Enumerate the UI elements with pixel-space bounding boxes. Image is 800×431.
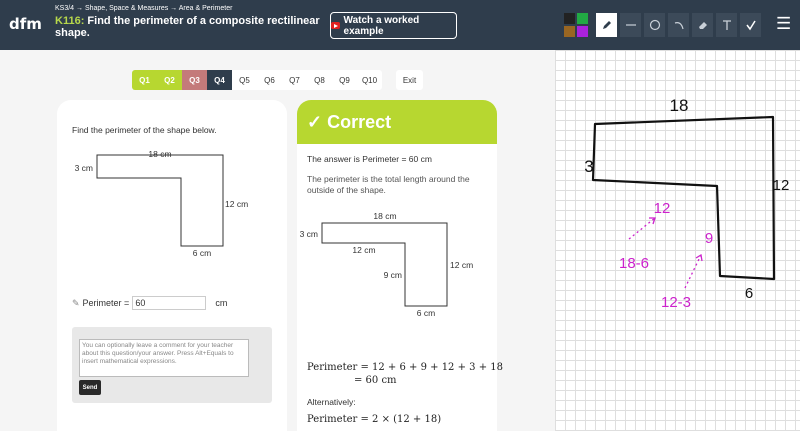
color-swatch-brown[interactable]	[564, 26, 575, 37]
tab-q6[interactable]: Q6	[257, 70, 282, 90]
color-swatch-green[interactable]	[577, 13, 588, 24]
answer-unit: cm	[215, 298, 228, 308]
tab-q8[interactable]: Q8	[307, 70, 332, 90]
wb-label-12-inner: 12	[654, 200, 671, 217]
sol-label-top: 18 cm	[373, 211, 396, 221]
sol-label-left: 3 cm	[300, 229, 318, 239]
alternatively-label: Alternatively:	[307, 397, 356, 407]
eraser-icon[interactable]	[692, 13, 713, 37]
task-title: Find the perimeter of a composite rectil…	[55, 15, 320, 39]
top-bar: dfm KS3/4 → Shape, Space & Measures → Ar…	[0, 0, 800, 50]
sol-label-right: 12 cm	[450, 260, 473, 270]
color-swatch-black[interactable]	[564, 13, 575, 24]
dfm-logo[interactable]: dfm	[9, 15, 42, 33]
comment-textarea[interactable]: You can optionally leave a comment for y…	[79, 339, 249, 377]
explanation-text: The perimeter is the total length around…	[307, 174, 470, 195]
line-icon[interactable]	[620, 13, 641, 37]
circle-icon[interactable]	[644, 13, 665, 37]
pen-icon[interactable]	[596, 13, 617, 37]
solution-diagram: 18 cm 3 cm 12 cm 9 cm 12 cm 6 cm	[300, 211, 474, 318]
color-palette	[564, 13, 588, 37]
wb-label-6: 6	[745, 285, 753, 302]
question-diagram: 18 cm 3 cm 12 cm 6 cm	[75, 149, 249, 258]
send-button[interactable]: Send	[79, 380, 101, 395]
tab-q4[interactable]: Q4	[207, 70, 232, 90]
wb-label-3: 3	[584, 157, 593, 176]
page-title: K116: Find the perimeter of a composite …	[55, 15, 325, 39]
working-line-2: = 60 cm	[354, 375, 397, 386]
question-tabs: Q1 Q2 Q3 Q4 Q5 Q6 Q7 Q8 Q9 Q10	[132, 70, 382, 90]
tab-q10[interactable]: Q10	[357, 70, 382, 90]
tab-q7[interactable]: Q7	[282, 70, 307, 90]
check-icon[interactable]	[740, 13, 761, 37]
text-icon[interactable]	[716, 13, 737, 37]
curve-icon[interactable]	[668, 13, 689, 37]
wb-label-18: 18	[670, 96, 689, 115]
tab-q5[interactable]: Q5	[232, 70, 257, 90]
wb-label-18-6: 18-6	[619, 255, 649, 272]
sol-label-bottom: 6 cm	[417, 308, 435, 318]
drawing-toolbar	[596, 13, 761, 37]
watch-example-label: Watch a worked example	[343, 14, 420, 37]
exit-button[interactable]: Exit	[396, 70, 423, 90]
wb-label-12-3: 12-3	[661, 294, 691, 311]
arrow-to-12	[628, 217, 656, 240]
label-top: 18 cm	[148, 149, 171, 159]
youtube-icon	[331, 22, 340, 29]
sol-label-inner-left: 9 cm	[384, 270, 402, 280]
tab-q9[interactable]: Q9	[332, 70, 357, 90]
question-text: Find the perimeter of the shape below.	[72, 125, 217, 135]
color-swatch-purple[interactable]	[577, 26, 588, 37]
answer-row: ✎ Perimeter = 60 cm	[72, 296, 227, 310]
arrow-to-9	[684, 254, 702, 289]
label-right: 12 cm	[225, 199, 248, 209]
arrow-head-12	[649, 217, 656, 225]
perimeter-answer-input[interactable]: 60	[132, 296, 207, 310]
whiteboard-drawing: 18 3 12 6 12 9 18-6 12-3	[584, 96, 790, 311]
correct-heading: ✓ Correct	[297, 100, 497, 144]
hamburger-menu-icon[interactable]: ☰	[776, 14, 791, 34]
tab-q1[interactable]: Q1	[132, 70, 157, 90]
task-code: K116:	[55, 15, 85, 27]
wb-label-12-right: 12	[773, 177, 790, 194]
breadcrumb: KS3/4 → Shape, Space & Measures → Area &…	[55, 5, 233, 12]
pencil-icon: ✎	[72, 297, 80, 308]
answer-label: Perimeter =	[82, 298, 130, 308]
sol-label-inner-top: 12 cm	[352, 245, 375, 255]
tab-q3[interactable]: Q3	[182, 70, 207, 90]
label-bottom: 6 cm	[193, 248, 211, 258]
working-line-1: Perimeter = 12 + 6 + 9 + 12 + 3 + 18	[307, 362, 503, 373]
working-line-3: Perimeter = 2 × (12 + 18)	[307, 414, 442, 425]
wb-label-9: 9	[705, 230, 713, 247]
watch-example-button[interactable]: Watch a worked example	[330, 12, 457, 39]
label-left: 3 cm	[75, 163, 93, 173]
answer-line: The answer is Perimeter = 60 cm	[307, 154, 432, 164]
tab-q2[interactable]: Q2	[157, 70, 182, 90]
